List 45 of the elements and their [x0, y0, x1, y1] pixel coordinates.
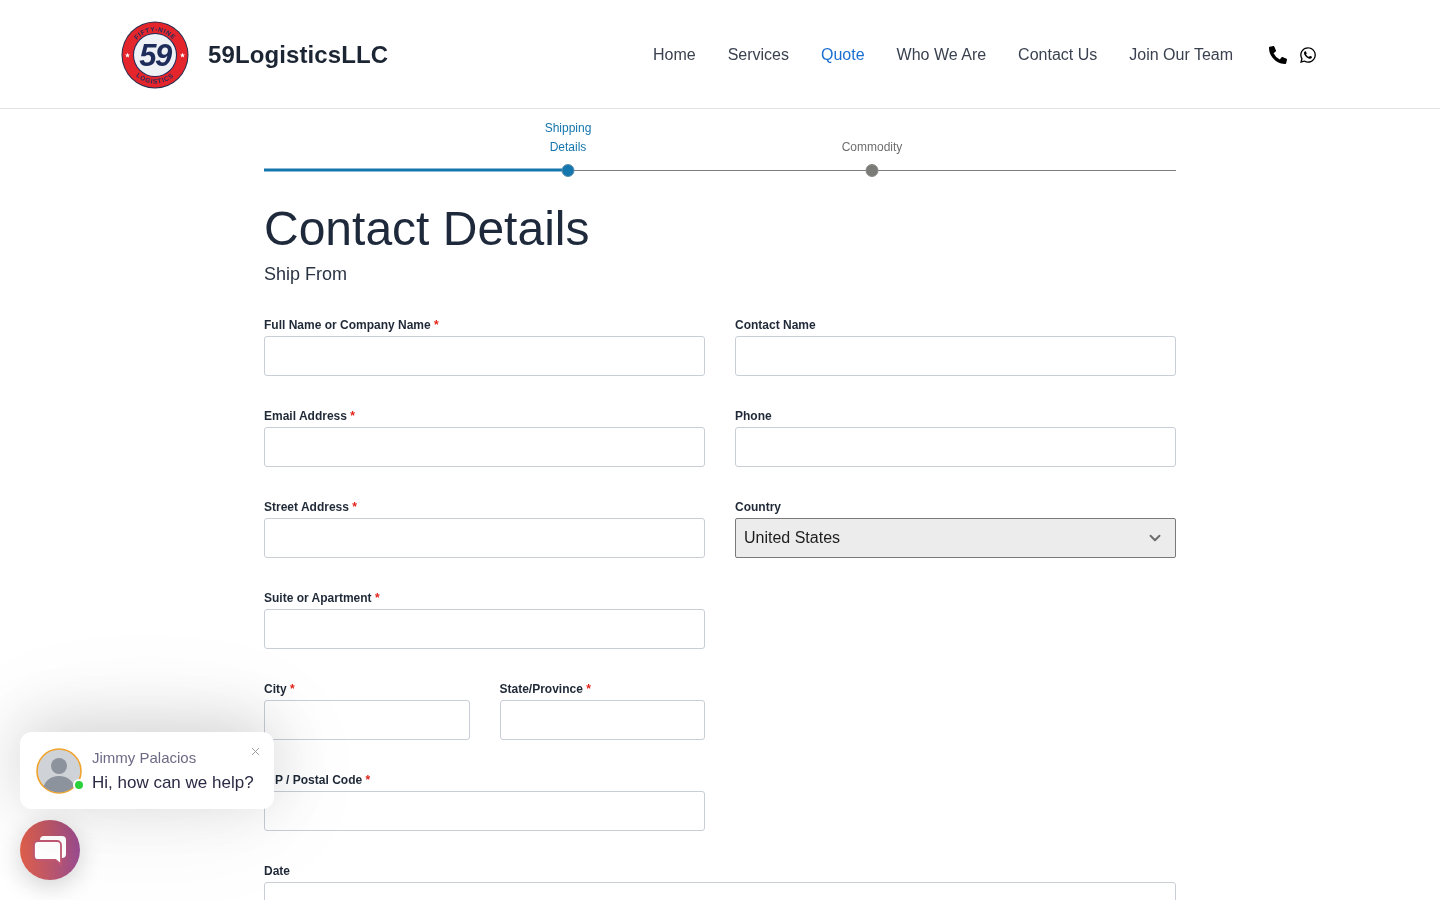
country-select[interactable]: United States: [735, 518, 1176, 558]
text-input[interactable]: [264, 609, 705, 649]
text-input[interactable]: [264, 518, 705, 558]
agent-name: Jimmy Palacios: [92, 748, 198, 767]
chat-phone-icon[interactable]: [1299, 46, 1317, 64]
chat-message: Hi, how can we help?: [92, 771, 254, 793]
field-label: Street Address *: [264, 500, 357, 515]
chat-bubbles-icon: [33, 834, 67, 866]
close-button[interactable]: [249, 745, 262, 758]
brand-name: 59LogisticsLLC: [208, 41, 389, 69]
avatar-icon: [36, 747, 82, 794]
field-label: P / Postal Code *: [275, 773, 371, 788]
chat-popup[interactable]: Jimmy Palacios Hi, how can we help?: [20, 732, 274, 809]
step-label[interactable]: Shipping Details: [536, 119, 600, 157]
text-input[interactable]: [735, 336, 1176, 376]
field-label: Full Name or Company Name *: [264, 318, 439, 333]
nav-link[interactable]: Join Our Team: [1129, 46, 1233, 64]
field-label: Suite or Apartment *: [264, 591, 380, 606]
logo-number: 59: [139, 38, 171, 73]
nav-link[interactable]: Who We Are: [896, 46, 987, 64]
chat-launcher-button[interactable]: [20, 820, 80, 880]
nav-link[interactable]: Contact Us: [1018, 46, 1098, 64]
field-label: Email Address *: [264, 409, 355, 424]
text-input[interactable]: [264, 427, 705, 467]
text-input[interactable]: [499, 700, 705, 740]
field-label: City *: [264, 682, 295, 697]
text-input[interactable]: [264, 791, 705, 831]
field-label: State/Province *: [499, 682, 591, 697]
section-subtitle: Ship From: [264, 263, 349, 286]
field-label: Contact Name: [735, 318, 816, 333]
text-input[interactable]: [264, 700, 470, 740]
nav-link[interactable]: Services: [727, 46, 789, 64]
text-input[interactable]: [735, 427, 1176, 467]
step-label[interactable]: Commodity: [841, 138, 903, 157]
field-label: Date: [264, 864, 290, 879]
page-title: Contact Details: [264, 201, 591, 257]
field-label: Phone: [735, 409, 772, 424]
text-input[interactable]: [264, 336, 705, 376]
step-marker-icon[interactable]: [561, 163, 575, 177]
field-label: Country: [735, 500, 781, 515]
nav-link[interactable]: Quote: [821, 46, 865, 64]
step-marker-icon[interactable]: [865, 163, 879, 177]
phone-icon[interactable]: [1269, 46, 1287, 64]
nav-link[interactable]: Home: [652, 46, 696, 64]
close-icon: [249, 745, 262, 758]
